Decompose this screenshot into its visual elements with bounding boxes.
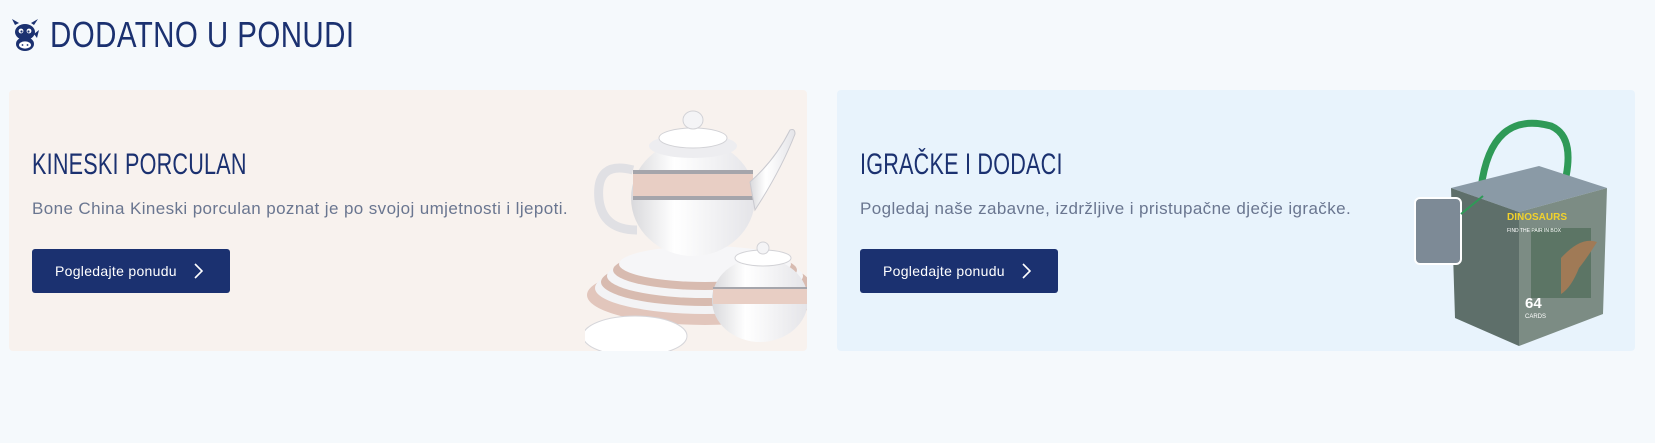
cow-mascot-icon [12,19,39,51]
button-label: Pogledajte ponudu [883,263,1005,279]
card-description: Bone China Kineski porculan poznat je po… [32,199,569,218]
view-offer-button[interactable]: Pogledajte ponudu [32,249,230,293]
chevron-right-icon [1022,263,1031,279]
card-description: Pogledaj naše zabavne, izdržljive i pris… [860,199,1352,218]
card-title: KINESKI PORCULAN [32,148,247,181]
section-title: DODATNO U PONUDI [50,14,355,55]
chevron-right-icon [194,263,203,279]
card-title: IGRAČKE I DODACI [860,148,1063,181]
box-count-text: 64 [1525,295,1542,312]
box-tagline-text: FIND THE PAIR IN BOX [1507,228,1562,234]
porcelain-tea-set-image [585,110,807,351]
toys-card: IGRAČKE I DODACI Pogledaj naše zabavne, … [837,90,1635,351]
section-header: DODATNO U PONUDI [10,12,421,58]
porcelain-card: KINESKI PORCULAN Bone China Kineski porc… [9,90,807,351]
box-brand-text: DINOSAURS [1507,212,1567,223]
box-count-unit-text: CARDS [1525,314,1546,320]
button-label: Pogledajte ponudu [55,263,177,279]
view-offer-button[interactable]: Pogledajte ponudu [860,249,1058,293]
dinosaur-card-game-box-image: DINOSAURS FIND THE PAIR IN BOX 64 CARDS [1414,119,1607,346]
